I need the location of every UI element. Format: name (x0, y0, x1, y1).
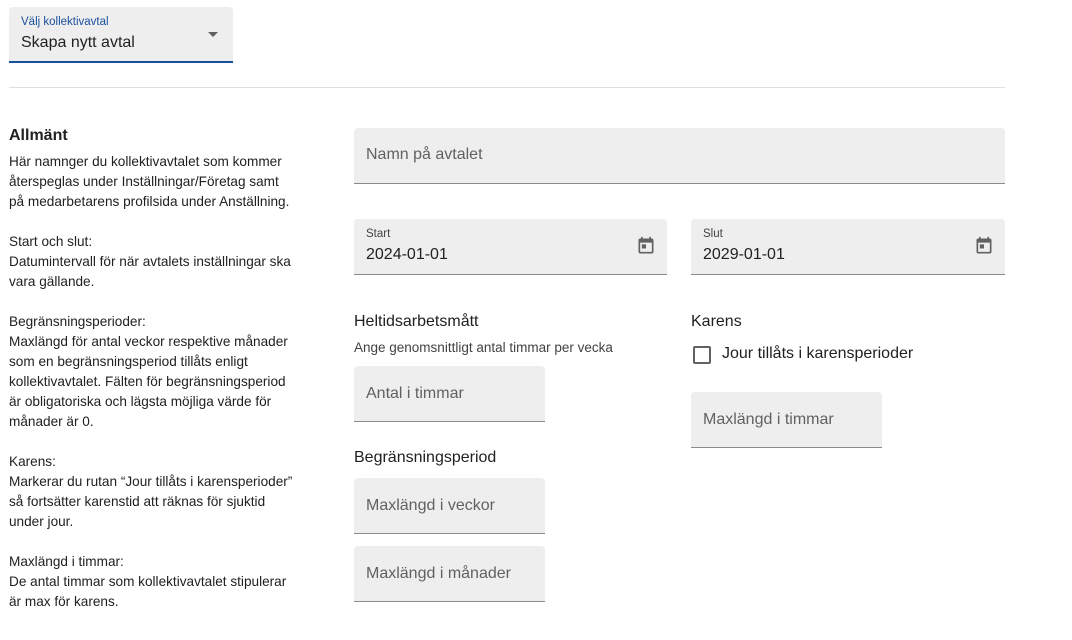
fulltime-helper: Ange genomsnittligt antal timmar per vec… (354, 340, 613, 355)
calendar-icon[interactable] (636, 236, 656, 256)
fulltime-hours-placeholder: Antal i timmar (366, 385, 464, 402)
limit-months-placeholder: Maxlängd i månader (366, 565, 511, 582)
limit-period-title: Begränsningsperiod (354, 449, 497, 466)
description-general: Här namnger du kollektivavtalet som komm… (9, 154, 290, 209)
agreement-select-value: Skapa nytt avtal (21, 34, 135, 51)
agreement-name-placeholder: Namn på avtalet (366, 146, 483, 163)
description-title: Allmänt (9, 127, 68, 144)
start-date-value: 2024-01-01 (366, 246, 448, 263)
agreement-select-label: Välj kollektivavtal (21, 16, 109, 28)
agreement-name-field[interactable]: Namn på avtalet (354, 128, 1005, 184)
end-date-field[interactable]: Slut 2029-01-01 (691, 219, 1005, 275)
limit-weeks-placeholder: Maxlängd i veckor (366, 497, 495, 514)
description-karens: Karens: Markerar du rutan “Jour tillåts … (9, 454, 293, 529)
limit-months-field[interactable]: Maxlängd i månader (354, 546, 545, 602)
end-date-label: Slut (703, 228, 723, 240)
description-start-end: Start och slut: Datumintervall för när a… (9, 234, 291, 289)
start-date-field[interactable]: Start 2024-01-01 (354, 219, 667, 275)
karens-max-hours-field[interactable]: Maxlängd i timmar (691, 392, 882, 448)
description-limit-periods: Begränsningsperioder: Maxlängd för antal… (9, 314, 288, 429)
fulltime-title: Heltidsarbetsmått (354, 313, 479, 330)
limit-weeks-field[interactable]: Maxlängd i veckor (354, 478, 545, 534)
chevron-down-icon (208, 32, 218, 37)
end-date-value: 2029-01-01 (703, 246, 785, 263)
on-call-karens-checkbox[interactable] (693, 346, 711, 364)
on-call-karens-label[interactable]: Jour tillåts i karensperioder (722, 345, 913, 363)
calendar-icon[interactable] (974, 236, 994, 256)
top-divider (9, 87, 1005, 88)
start-date-label: Start (366, 228, 391, 240)
description-max-hours: Maxlängd i timmar: De antal timmar som k… (9, 554, 287, 609)
fulltime-hours-field[interactable]: Antal i timmar (354, 366, 545, 422)
karens-title: Karens (691, 313, 742, 330)
karens-max-hours-placeholder: Maxlängd i timmar (703, 411, 834, 428)
agreement-select[interactable]: Välj kollektivavtal Skapa nytt avtal (9, 7, 233, 63)
